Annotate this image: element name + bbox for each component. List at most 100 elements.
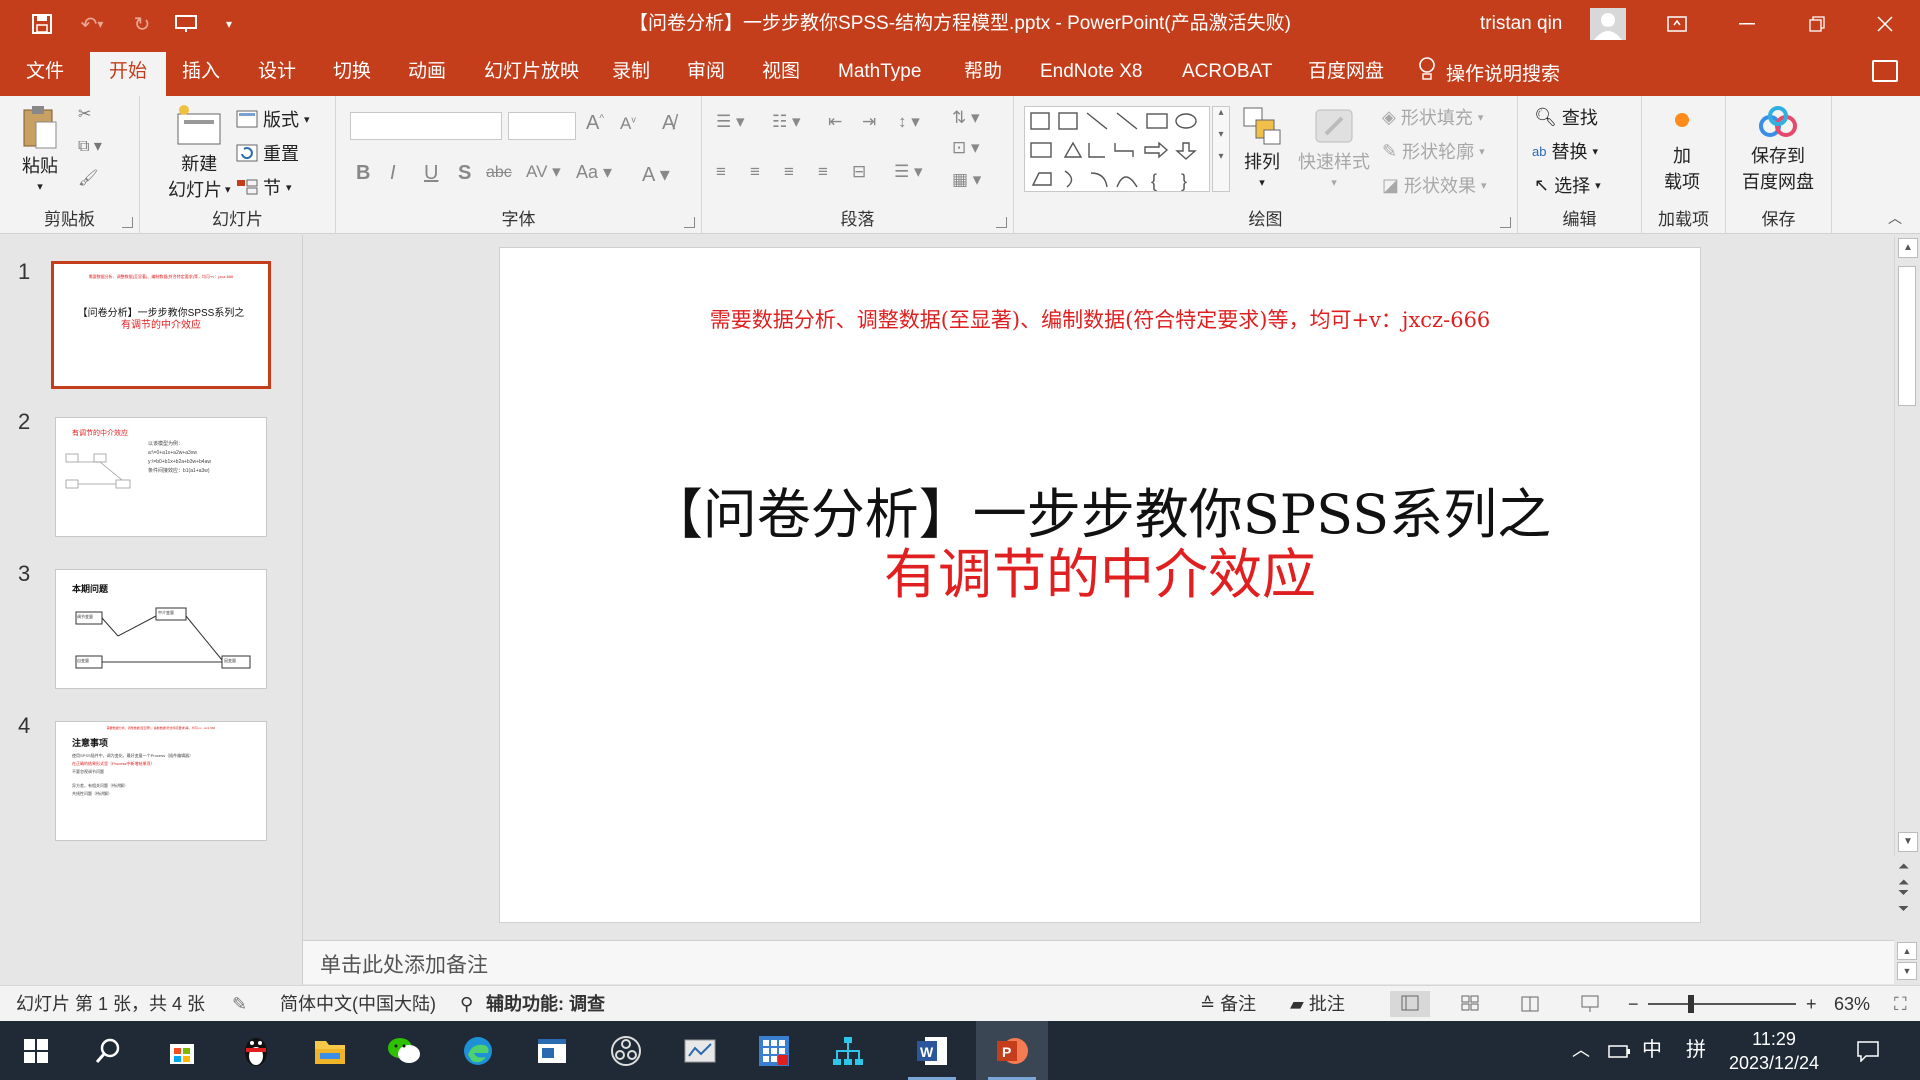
zoom-level[interactable]: 63% <box>1834 986 1870 1022</box>
close-icon[interactable] <box>1850 0 1920 48</box>
restore-icon[interactable] <box>1782 0 1852 48</box>
distributed-icon[interactable]: ⊟ <box>852 162 866 182</box>
bold-icon[interactable]: B <box>356 162 370 185</box>
numbering-icon[interactable]: ☷ ▾ <box>772 112 801 132</box>
format-painter-icon[interactable]: 🖌 <box>78 168 98 188</box>
section-button[interactable]: 节 ▾ <box>236 174 292 200</box>
shape-outline-button[interactable]: ✎ 形状轮廓 ▾ <box>1382 138 1485 164</box>
undo-icon[interactable]: ↶ ▾ <box>70 0 114 48</box>
user-name[interactable]: tristan qin <box>1480 0 1562 48</box>
slide-scrollbar[interactable]: ▲ ▼ <box>1894 236 1920 856</box>
font-launcher[interactable] <box>684 217 695 228</box>
font-name-combo[interactable] <box>350 112 502 140</box>
align-text-icon[interactable]: ⊡ ▾ <box>952 138 980 158</box>
columns-icon[interactable]: ☰ ▾ <box>894 162 923 182</box>
slide-thumbnail-4[interactable]: 需要数据分析、调整数据(至显著)、编制数据(符合特定要求)等，均可+v：jxcz… <box>55 721 267 841</box>
comments-icon[interactable] <box>1872 60 1898 82</box>
present-from-start-icon[interactable] <box>168 0 204 48</box>
shape-effects-button[interactable]: ◪ 形状效果 ▾ <box>1382 172 1487 198</box>
spss-app[interactable] <box>664 1021 736 1080</box>
notes-toggle[interactable]: ≙ 备注 <box>1200 986 1256 1022</box>
font-size-combo[interactable] <box>508 112 576 140</box>
show-hidden-icons-icon[interactable]: ︿ <box>1572 1021 1590 1080</box>
slide-thumbnail-2[interactable]: 有调节的中介效应 以该模型为例： a:\=0+a1x+a2w+a3xw y:\=… <box>55 417 267 537</box>
notes-scroll-down-icon[interactable]: ▼ <box>1897 962 1917 980</box>
justify-icon[interactable]: ≡ <box>818 162 828 182</box>
change-case-icon[interactable]: Aa ▾ <box>576 162 612 183</box>
scroll-up-icon[interactable]: ▲ <box>1898 238 1918 258</box>
slide-counter[interactable]: 幻灯片 第 1 张，共 4 张 <box>16 986 205 1022</box>
comments-toggle[interactable]: ▰ 批注 <box>1290 986 1345 1022</box>
drawing-launcher[interactable] <box>1500 217 1511 228</box>
app-window[interactable] <box>516 1021 588 1080</box>
tell-me-search[interactable]: 操作说明搜索 <box>1418 48 1560 96</box>
select-button[interactable]: ↖ 选择 ▾ <box>1534 172 1601 198</box>
slide-sorter-button[interactable] <box>1450 991 1490 1017</box>
zoom-in-icon[interactable]: + <box>1806 986 1817 1022</box>
save-to-baidu-button[interactable]: 保存到 百度网盘 <box>1742 106 1814 194</box>
normal-view-button[interactable] <box>1390 991 1430 1017</box>
notes-placeholder[interactable]: 单击此处添加备注 <box>320 949 488 979</box>
grow-font-icon[interactable]: A^ <box>586 112 604 135</box>
slideshow-button[interactable] <box>1570 991 1610 1017</box>
edge-app[interactable] <box>442 1021 514 1080</box>
redo-icon[interactable]: ↻ <box>124 0 160 48</box>
shapes-gallery[interactable]: {} <box>1024 106 1210 192</box>
tab-record[interactable]: 录制 <box>612 48 650 96</box>
arrange-button[interactable]: 排列 ▾ <box>1242 106 1282 189</box>
tab-view[interactable]: 视图 <box>762 48 800 96</box>
accessibility-icon[interactable]: ⚲ <box>460 986 473 1022</box>
avatar[interactable] <box>1590 8 1626 40</box>
notes-scroll-up-icon[interactable]: ▲ <box>1897 942 1917 960</box>
network-icon[interactable] <box>1608 1021 1632 1080</box>
layout-button[interactable]: 版式 ▾ <box>236 106 310 132</box>
word-app[interactable]: W <box>896 1021 968 1080</box>
ime-pinyin[interactable]: 拼 <box>1686 1021 1706 1080</box>
zoom-slider[interactable] <box>1648 1003 1796 1005</box>
file-explorer-app[interactable] <box>294 1021 366 1080</box>
customize-qat-icon[interactable]: ▾ <box>214 0 244 48</box>
increase-indent-icon[interactable]: ⇥ <box>862 112 876 132</box>
notes-scrollbar[interactable]: ▲ ▼ <box>1894 940 1920 984</box>
tab-transitions[interactable]: 切换 <box>333 48 371 96</box>
next-slide-icon[interactable]: ⏷ ⏷ <box>1898 884 1909 916</box>
calculator-app[interactable] <box>738 1021 810 1080</box>
tab-help[interactable]: 帮助 <box>964 48 1002 96</box>
bullets-icon[interactable]: ☰ ▾ <box>716 112 745 132</box>
tab-animations[interactable]: 动画 <box>408 48 446 96</box>
slide-banner-text[interactable]: 需要数据分析、调整数据(至显著)、编制数据(符合特定要求)等，均可+v：jxcz… <box>500 304 1700 334</box>
search-button[interactable] <box>72 1021 144 1080</box>
shapes-scroll[interactable]: ▴ ▾ ▾ <box>1212 106 1230 192</box>
network-app[interactable] <box>812 1021 884 1080</box>
language-status[interactable]: 简体中文(中国大陆) <box>280 986 436 1022</box>
slide-title-line-2[interactable]: 有调节的中介效应 <box>500 530 1700 609</box>
tab-home[interactable]: 开始 <box>90 52 167 96</box>
slide-canvas[interactable]: 需要数据分析、调整数据(至显著)、编制数据(符合特定要求)等，均可+v：jxcz… <box>499 247 1701 923</box>
fit-to-window-icon[interactable]: ⛶ <box>1894 986 1907 1022</box>
collapse-ribbon-icon[interactable]: ︿ <box>1888 208 1902 228</box>
tab-endnote[interactable]: EndNote X8 <box>1040 48 1142 96</box>
notes-pane[interactable]: 单击此处添加备注 <box>303 940 1894 984</box>
reading-view-button[interactable] <box>1510 991 1550 1017</box>
powerpoint-app[interactable]: P <box>976 1021 1048 1080</box>
reset-button[interactable]: 重置 <box>236 140 299 166</box>
accessibility-status[interactable]: 辅助功能: 调查 <box>486 986 605 1022</box>
paste-button[interactable]: 粘贴 ▾ <box>20 104 60 193</box>
char-spacing-icon[interactable]: AV ▾ <box>526 162 561 182</box>
start-button[interactable] <box>0 1021 72 1080</box>
store-app[interactable] <box>146 1021 218 1080</box>
taskbar-clock[interactable]: 11:29 2023/12/24 <box>1724 1027 1824 1075</box>
shape-fill-button[interactable]: ◈ 形状填充 ▾ <box>1382 104 1483 130</box>
tab-slideshow[interactable]: 幻灯片放映 <box>484 48 579 96</box>
ime-mode[interactable]: 中 <box>1642 1021 1662 1080</box>
quick-styles-button[interactable]: 快速样式 ▾ <box>1298 106 1370 189</box>
shadow-icon[interactable]: S <box>458 162 471 185</box>
minimize-icon[interactable] <box>1712 0 1782 48</box>
tab-baidu[interactable]: 百度网盘 <box>1308 48 1384 96</box>
italic-icon[interactable]: I <box>390 162 396 185</box>
notification-icon[interactable] <box>1856 1021 1880 1080</box>
clipboard-launcher[interactable] <box>122 217 133 228</box>
underline-icon[interactable]: U <box>424 162 438 185</box>
decrease-indent-icon[interactable]: ⇤ <box>828 112 842 132</box>
tab-acrobat[interactable]: ACROBAT <box>1182 48 1272 96</box>
